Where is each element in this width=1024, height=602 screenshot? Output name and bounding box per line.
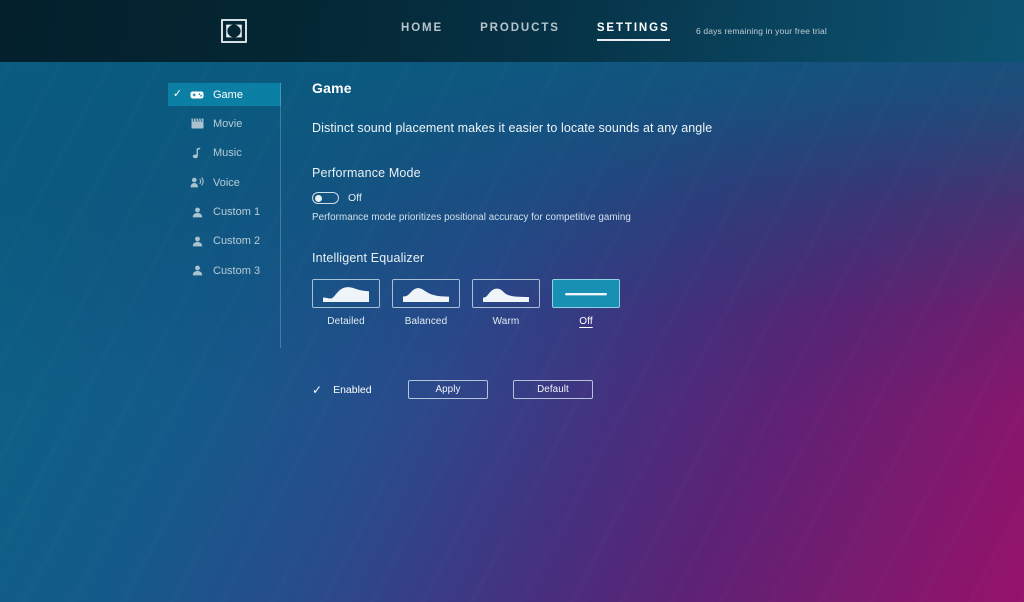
flat-line-icon <box>565 291 607 297</box>
profile-sidebar: ✓ Game Movie Music Voice Custom 1 Custom… <box>168 83 281 348</box>
balanced-curve-icon <box>403 286 449 302</box>
performance-mode-title: Performance Mode <box>312 166 421 180</box>
sidebar-item-label: Custom 2 <box>213 235 261 248</box>
person-icon <box>187 236 207 247</box>
sidebar-item-custom-3[interactable]: Custom 3 <box>168 259 281 282</box>
dolby-logo <box>221 19 247 43</box>
sidebar-divider <box>280 83 281 348</box>
sidebar-item-game[interactable]: ✓ Game <box>168 83 281 106</box>
performance-mode-section: Performance Mode Off Performance mode pr… <box>312 166 912 223</box>
voice-icon <box>187 177 207 188</box>
trial-notice: 6 days remaining in your free trial <box>696 26 827 36</box>
equalizer-preset-balanced[interactable] <box>392 279 460 308</box>
apply-button[interactable]: Apply <box>408 380 488 399</box>
nav-item-home[interactable]: HOME <box>401 22 443 39</box>
sidebar-item-music[interactable]: Music <box>168 142 281 165</box>
sidebar-item-label: Custom 3 <box>213 264 261 277</box>
sidebar-item-label: Voice <box>213 176 240 189</box>
app-header: HOME PRODUCTS SETTINGS 6 days remaining … <box>0 0 1024 62</box>
sidebar-item-movie[interactable]: Movie <box>168 112 281 135</box>
page-title: Game <box>312 80 352 96</box>
performance-mode-help: Performance mode prioritizes positional … <box>312 212 631 223</box>
equalizer-preset-label: Off <box>579 316 593 327</box>
settings-panel: Game Distinct sound placement makes it e… <box>312 80 912 399</box>
performance-mode-state: Off <box>348 192 362 204</box>
sidebar-item-custom-2[interactable]: Custom 2 <box>168 230 281 253</box>
sidebar-item-label: Movie <box>213 117 243 130</box>
person-icon <box>187 207 207 218</box>
equalizer-preset-detailed[interactable] <box>312 279 380 308</box>
detailed-curve-icon <box>323 286 369 302</box>
music-note-icon <box>187 147 207 159</box>
default-button[interactable]: Default <box>513 380 593 399</box>
equalizer-preset-off[interactable] <box>552 279 620 308</box>
equalizer-preset-off-wrap: Off <box>552 279 632 327</box>
nav-item-products[interactable]: PRODUCTS <box>480 22 560 39</box>
clapperboard-icon <box>187 118 207 129</box>
sidebar-item-custom-1[interactable]: Custom 1 <box>168 201 281 224</box>
equalizer-preset-warm[interactable] <box>472 279 540 308</box>
performance-mode-toggle[interactable] <box>312 192 339 204</box>
equalizer-preset-label: Warm <box>492 316 520 327</box>
warm-curve-icon <box>483 286 529 302</box>
equalizer-preset-list: Detailed Balanced Warm Off <box>312 279 912 327</box>
actions-row: ✓ Enabled Apply Default <box>312 380 912 399</box>
page-description: Distinct sound placement makes it easier… <box>312 121 713 135</box>
equalizer-preset-detailed-wrap: Detailed <box>312 279 392 327</box>
performance-mode-row: Off <box>312 192 912 204</box>
check-icon: ✓ <box>172 88 183 100</box>
equalizer-preset-balanced-wrap: Balanced <box>392 279 472 327</box>
sidebar-item-label: Music <box>213 147 242 160</box>
toggle-knob <box>314 194 322 202</box>
equalizer-preset-warm-wrap: Warm <box>472 279 552 327</box>
app-root: HOME PRODUCTS SETTINGS 6 days remaining … <box>0 0 1024 602</box>
person-icon <box>187 265 207 276</box>
enabled-label: Enabled <box>333 383 372 396</box>
nav-item-settings[interactable]: SETTINGS <box>596 22 670 41</box>
check-icon: ✓ <box>312 382 323 397</box>
enabled-checkbox[interactable]: ✓ Enabled <box>312 384 408 396</box>
equalizer-title: Intelligent Equalizer <box>312 251 425 265</box>
sidebar-item-voice[interactable]: Voice <box>168 171 281 194</box>
sidebar-item-label: Custom 1 <box>213 206 261 219</box>
sidebar-item-label: Game <box>213 88 243 101</box>
gamepad-icon <box>187 90 207 100</box>
equalizer-section: Intelligent Equalizer Detailed Balanced … <box>312 251 912 327</box>
equalizer-preset-label: Detailed <box>327 316 365 327</box>
equalizer-preset-label: Balanced <box>404 316 448 327</box>
main-nav: HOME PRODUCTS SETTINGS <box>401 22 670 41</box>
